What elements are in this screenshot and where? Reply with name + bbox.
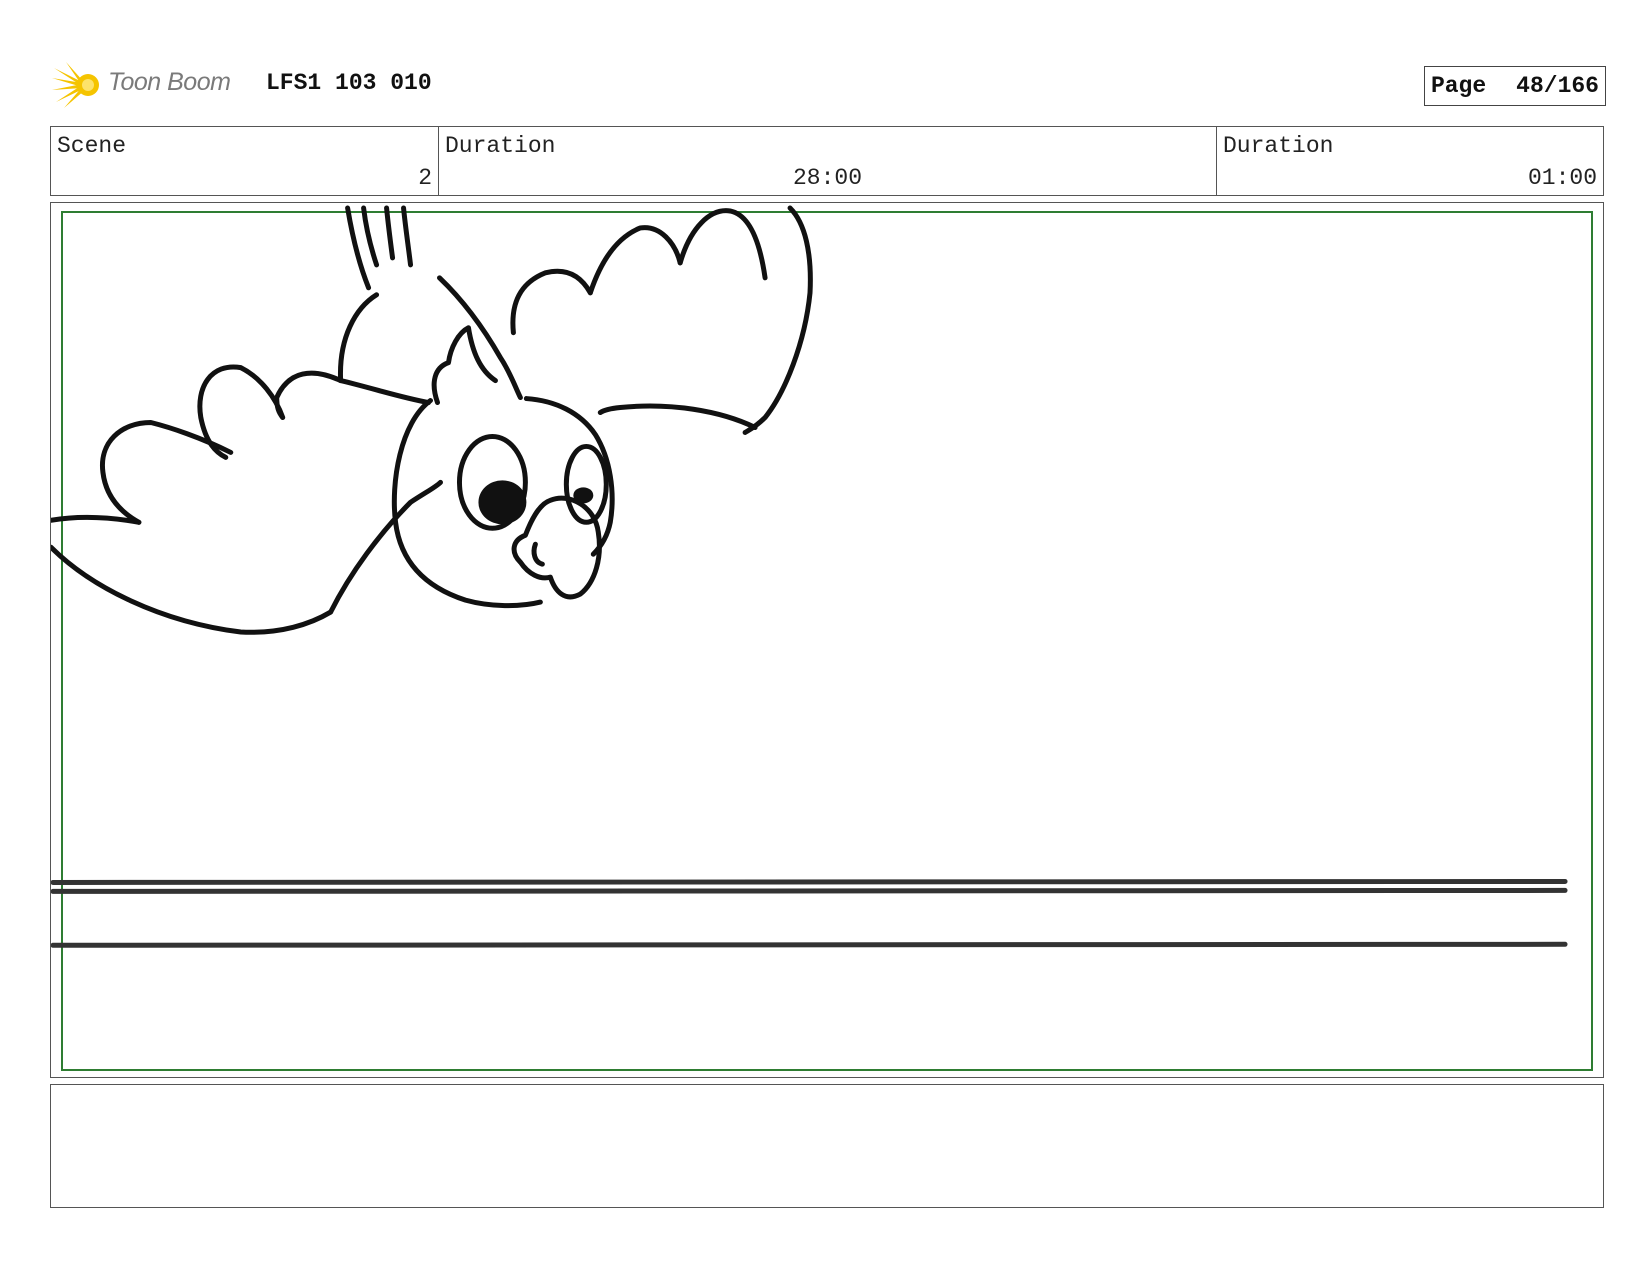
notes-panel bbox=[50, 1084, 1604, 1208]
scene-cell: Scene 2 bbox=[51, 127, 439, 195]
page-number: 48/166 bbox=[1516, 73, 1599, 99]
brand-name: Toon Boom bbox=[108, 68, 231, 96]
scene-info-row: Scene 2 Duration 28:00 Duration 01:00 bbox=[50, 126, 1604, 196]
duration-label: Duration bbox=[445, 133, 556, 159]
panel-duration-label: Duration bbox=[1223, 133, 1334, 159]
page-header: Toon Boom LFS1 103 010 Page 48/166 bbox=[50, 56, 1606, 114]
scene-label: Scene bbox=[57, 133, 127, 159]
sheet-id: LFS1 103 010 bbox=[266, 70, 432, 96]
duration-value: 28:00 bbox=[792, 165, 862, 191]
page-indicator: Page 48/166 bbox=[1423, 66, 1606, 106]
toon-boom-logo-icon bbox=[52, 62, 99, 108]
bird-sketch bbox=[51, 205, 1568, 948]
panel-duration-value: 01:00 bbox=[1527, 165, 1597, 191]
panel-duration-cell: Duration 01:00 bbox=[1217, 127, 1603, 195]
scene-value: 2 bbox=[418, 165, 432, 191]
page-label: Page bbox=[1430, 73, 1487, 99]
storyboard-panel bbox=[50, 202, 1604, 1078]
duration-cell: Duration 28:00 bbox=[439, 127, 1217, 195]
